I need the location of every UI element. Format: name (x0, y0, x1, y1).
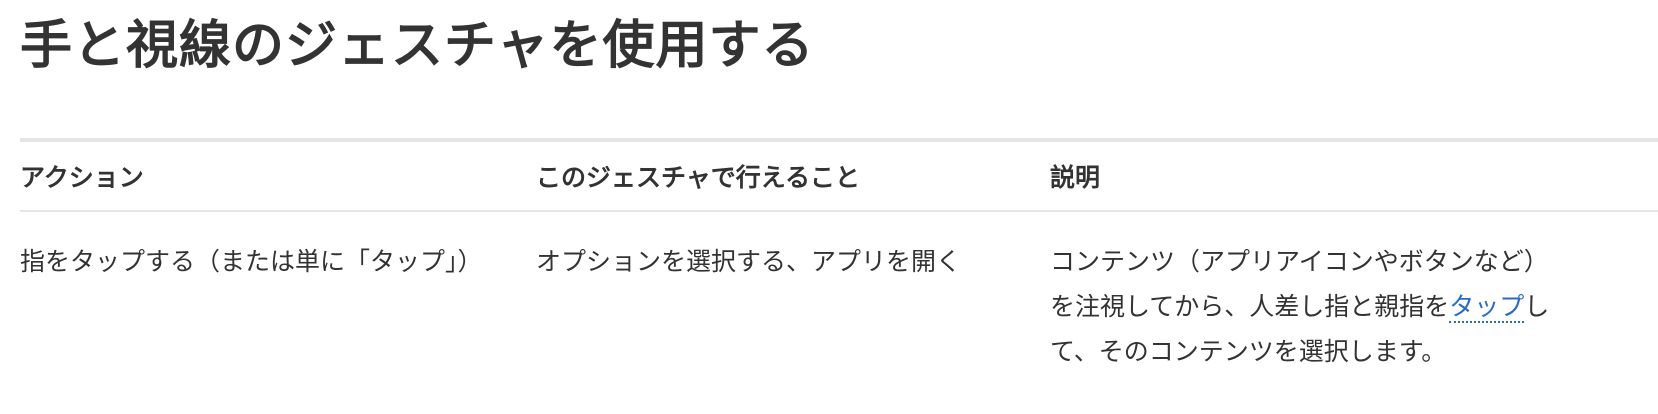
tap-glossary-link[interactable]: タップ (1449, 292, 1525, 323)
header-what-you-can-do: このジェスチャで行えること (536, 163, 861, 192)
cell-action: 指をタップする（または単に「タップ」） (20, 247, 483, 276)
table-body: 指をタップする（または単に「タップ」） オプションを選択する、アプリを開く コン… (20, 211, 1658, 374)
page-title: 手と視線のジェスチャを使用する (20, 16, 815, 76)
cell-what-you-can-do: オプションを選択する、アプリを開く (536, 247, 962, 276)
table-header-row: アクション このジェスチャで行えること 説明 (20, 140, 1658, 211)
gesture-table: アクション このジェスチャで行えること 説明 指をタップする（または単に「タップ… (20, 138, 1658, 374)
table-header: アクション このジェスチャで行えること 説明 (20, 140, 1658, 211)
table-row: 指をタップする（または単に「タップ」） オプションを選択する、アプリを開く コン… (20, 211, 1658, 374)
cell-description: コンテンツ（アプリアイコンやボタンなど）を注視してから、人差し指と親指をタップし… (1050, 211, 1658, 374)
header-description: 説明 (1050, 163, 1101, 192)
header-action: アクション (20, 163, 144, 192)
